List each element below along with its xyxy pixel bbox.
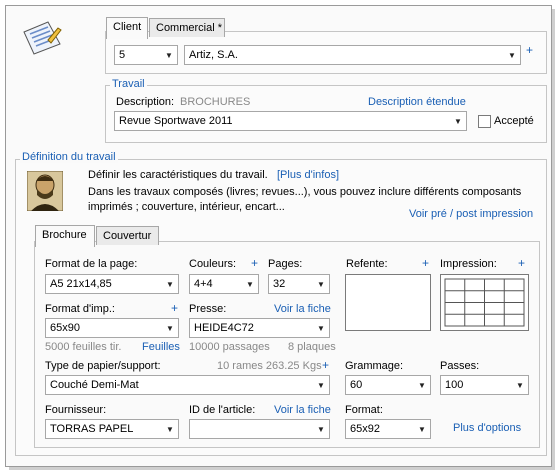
tab-brochure[interactable]: Brochure: [35, 225, 95, 247]
client-code-value: 5: [119, 49, 126, 61]
add-impression-icon[interactable]: +: [518, 256, 525, 270]
client-name-select[interactable]: Artiz, S.A. ▼: [184, 45, 521, 65]
fournisseur-value: TORRAS PAPEL: [50, 423, 134, 435]
chevron-down-icon: ▼: [166, 424, 174, 434]
impression-grid[interactable]: [440, 274, 529, 331]
chevron-down-icon: ▼: [454, 116, 462, 126]
accepte-label: Accepté: [494, 115, 534, 127]
passes-label: Passes:: [440, 360, 480, 372]
description-etendue-link[interactable]: Description étendue: [368, 96, 466, 108]
papier-select[interactable]: Couché Demi-Mat ▼: [45, 375, 330, 395]
impression-label: Impression:: [440, 258, 497, 270]
travail-title-value: Revue Sportwave 2011: [119, 115, 233, 127]
grammage-select[interactable]: 60 ▼: [345, 375, 431, 395]
description-label: Description:: [116, 96, 175, 108]
tab-couverture[interactable]: Couvertur: [96, 226, 159, 245]
chevron-down-icon: ▼: [516, 380, 524, 390]
passes-select[interactable]: 100 ▼: [440, 375, 529, 395]
client-code-select[interactable]: 5 ▼: [114, 45, 178, 65]
window-shadow-bottom: [9, 467, 555, 470]
chevron-down-icon: ▼: [508, 50, 516, 60]
travail-title-select[interactable]: Revue Sportwave 2011 ▼: [114, 111, 467, 131]
article-label: ID de l'article:: [189, 404, 256, 416]
fournisseur-label: Fournisseur:: [45, 404, 107, 416]
couleurs-label: Couleurs:: [189, 258, 237, 270]
chevron-down-icon: ▼: [317, 424, 325, 434]
plus-infos-link[interactable]: [Plus d'infos]: [277, 169, 339, 181]
plaques-info: 8 plaques: [288, 341, 336, 353]
feuilles-link[interactable]: Feuilles: [142, 341, 180, 353]
chevron-down-icon: ▼: [166, 323, 174, 333]
description-value: BROCHURES: [180, 96, 251, 108]
add-client-icon[interactable]: +: [526, 43, 533, 57]
definition-legend: Définition du travail: [20, 151, 118, 163]
document-form-icon: [23, 21, 62, 55]
feuilles-tir-info: 5000 feuilles tir.: [45, 341, 122, 353]
pages-value: 32: [273, 278, 286, 290]
add-papier-icon[interactable]: +: [322, 358, 329, 372]
article-voir-fiche-link[interactable]: Voir la fiche: [274, 404, 331, 416]
presse-label: Presse:: [189, 303, 227, 315]
fournisseur-select[interactable]: TORRAS PAPEL ▼: [45, 419, 179, 439]
pages-select[interactable]: 32 ▼: [268, 274, 330, 294]
chevron-down-icon: ▼: [418, 380, 426, 390]
format-page-label: Format de la page:: [45, 258, 138, 270]
definition-line3: imprimés ; couverture, intérieur, encart…: [88, 201, 285, 213]
chevron-down-icon: ▼: [317, 279, 325, 289]
format-value: 65x92: [350, 423, 380, 435]
format-label: Format:: [345, 404, 383, 416]
add-refente-icon[interactable]: +: [422, 256, 429, 270]
chevron-down-icon: ▼: [165, 50, 173, 60]
definition-line1: Définir les caractéristiques du travail.: [88, 169, 268, 181]
add-couleurs-icon[interactable]: +: [251, 256, 258, 270]
presse-select[interactable]: HEIDE4C72 ▼: [189, 318, 330, 338]
tab-brochure-label: Brochure: [42, 229, 87, 241]
chevron-down-icon: ▼: [246, 279, 254, 289]
passes-value: 100: [445, 379, 464, 391]
papier-value: Couché Demi-Mat: [50, 379, 139, 391]
window-shadow-right: [552, 9, 555, 469]
tab-client-label: Client: [113, 21, 142, 33]
pages-label: Pages:: [268, 258, 303, 270]
travail-legend: Travail: [110, 78, 147, 90]
chevron-down-icon: ▼: [418, 424, 426, 434]
plus-options-link[interactable]: Plus d'options: [453, 422, 521, 434]
tab-client[interactable]: Client: [106, 17, 148, 39]
tab-commercial-label: Commercial *: [156, 22, 223, 34]
add-format-imp-icon[interactable]: +: [171, 301, 178, 315]
imposition-grid-icon: [444, 278, 525, 327]
format-imp-select[interactable]: 65x90 ▼: [45, 318, 179, 338]
chevron-down-icon: ▼: [317, 380, 325, 390]
format-page-select[interactable]: A5 21x14,85 ▼: [45, 274, 179, 294]
format-imp-label: Format d'imp.:: [45, 303, 115, 315]
definition-line2: Dans les travaux composés (livres; revue…: [88, 186, 522, 198]
chevron-down-icon: ▼: [317, 323, 325, 333]
format-imp-value: 65x90: [50, 322, 80, 334]
grammage-value: 60: [350, 379, 363, 391]
refente-label: Refente:: [346, 258, 388, 270]
presse-value: HEIDE4C72: [194, 322, 254, 334]
job-window: Client Commercial * 5 ▼ Artiz, S.A. ▼ + Tr…: [5, 5, 552, 467]
client-name-value: Artiz, S.A.: [189, 49, 238, 61]
portrait-icon: [27, 171, 63, 211]
article-select[interactable]: ▼: [189, 419, 330, 439]
format-page-value: A5 21x14,85: [50, 278, 112, 290]
papier-label: Type de papier/support:: [45, 360, 161, 372]
accepte-checkbox[interactable]: [478, 115, 491, 128]
chevron-down-icon: ▼: [166, 279, 174, 289]
couleurs-value: 4+4: [194, 278, 213, 290]
passages-info: 10000 passages: [189, 341, 270, 353]
presse-voir-fiche-link[interactable]: Voir la fiche: [274, 303, 331, 315]
grammage-label: Grammage:: [345, 360, 404, 372]
couleurs-select[interactable]: 4+4 ▼: [189, 274, 259, 294]
tab-commercial[interactable]: Commercial *: [149, 18, 225, 37]
format-select[interactable]: 65x92 ▼: [345, 419, 431, 439]
refente-preview[interactable]: [345, 274, 431, 331]
pre-post-impression-link[interactable]: Voir pré / post impression: [409, 208, 533, 220]
tab-couverture-label: Couvertur: [103, 230, 152, 242]
rames-info: 10 rames 263.25 Kgs: [217, 360, 322, 372]
